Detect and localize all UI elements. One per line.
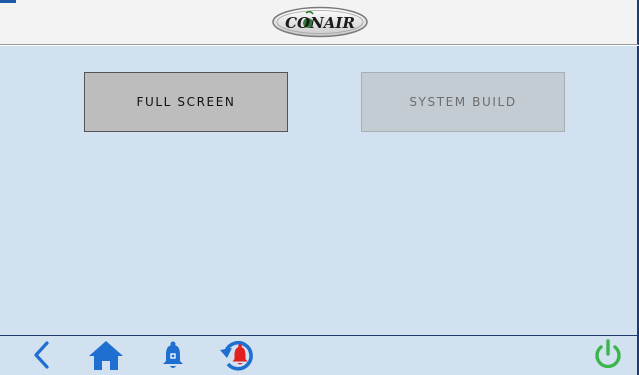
alarm-history-icon[interactable] bbox=[218, 336, 258, 374]
home-icon[interactable] bbox=[86, 336, 126, 374]
back-chevron-icon[interactable] bbox=[28, 336, 54, 374]
header-bar: CONAIR bbox=[0, 0, 639, 45]
logo-text: CONAIR bbox=[285, 14, 355, 32]
alarm-bell-icon[interactable] bbox=[158, 336, 188, 374]
system-build-label: SYSTEM BUILD bbox=[409, 95, 517, 109]
conair-logo: CONAIR bbox=[271, 6, 369, 38]
corner-accent bbox=[0, 0, 16, 3]
power-icon[interactable] bbox=[588, 336, 628, 374]
full-screen-label: FULL SCREEN bbox=[136, 95, 236, 109]
footer-bar bbox=[0, 335, 639, 375]
full-screen-button[interactable]: FULL SCREEN bbox=[84, 72, 288, 132]
main-panel: FULL SCREEN SYSTEM BUILD bbox=[0, 46, 639, 335]
system-build-button[interactable]: SYSTEM BUILD bbox=[361, 72, 565, 132]
